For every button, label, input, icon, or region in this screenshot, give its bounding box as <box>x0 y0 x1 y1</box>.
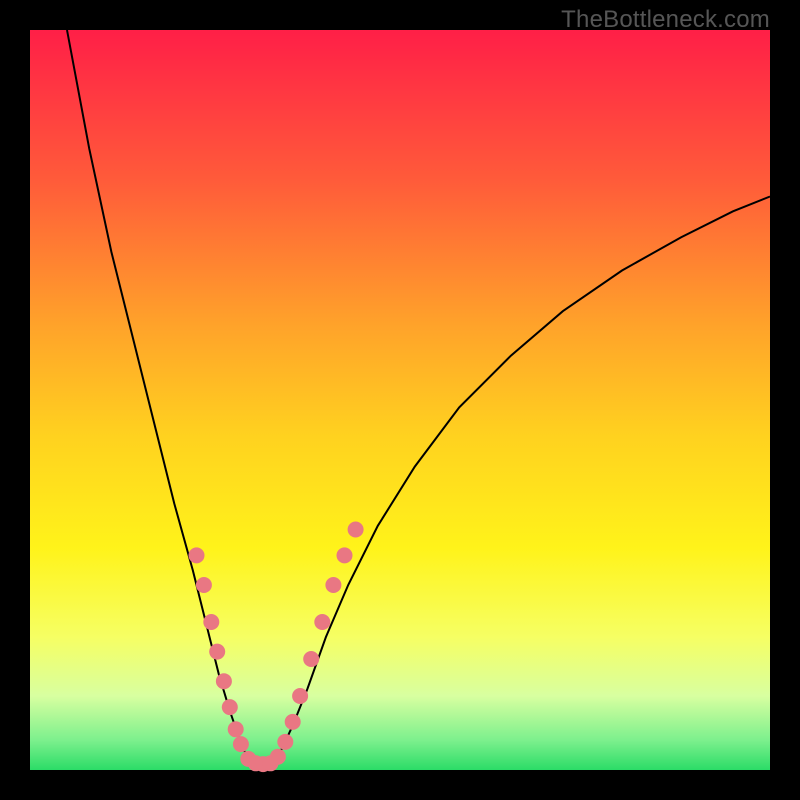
marker-dot <box>189 547 205 563</box>
marker-dot <box>233 736 249 752</box>
chart-frame: TheBottleneck.com <box>0 0 800 800</box>
marker-dot <box>203 614 219 630</box>
marker-dot <box>325 577 341 593</box>
marker-dot <box>270 749 286 765</box>
chart-svg <box>30 30 770 770</box>
marker-dot <box>196 577 212 593</box>
marker-dot <box>285 714 301 730</box>
plot-area <box>30 30 770 770</box>
marker-dot <box>292 688 308 704</box>
marker-dot <box>314 614 330 630</box>
marker-dot <box>348 522 364 538</box>
marker-dot <box>228 721 244 737</box>
marker-dot <box>222 699 238 715</box>
marker-dot <box>303 651 319 667</box>
marker-dot <box>277 734 293 750</box>
marker-dot <box>337 547 353 563</box>
marker-dot <box>216 673 232 689</box>
gradient-bg <box>30 30 770 770</box>
marker-dot <box>209 644 225 660</box>
